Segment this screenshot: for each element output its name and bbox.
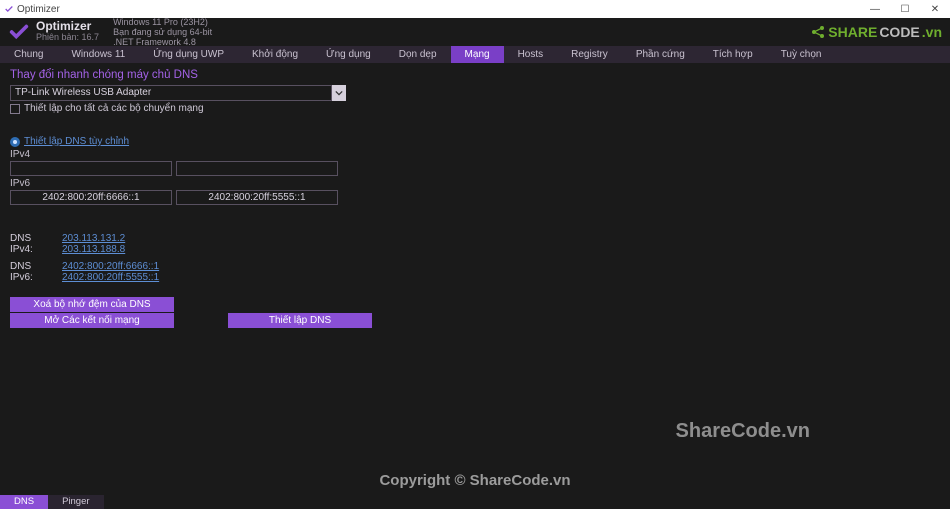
set-dns-button[interactable]: Thiết lập DNS <box>228 313 372 328</box>
tab-mạng[interactable]: Mạng <box>451 46 504 63</box>
ipv6-input-secondary[interactable] <box>176 190 338 205</box>
custom-dns-radio[interactable] <box>10 137 20 147</box>
minimize-button[interactable]: — <box>860 4 890 15</box>
current-ipv6-label: DNS IPv6: <box>10 261 56 283</box>
app-header: Optimizer Phiên bản: 16.7 Windows 11 Pro… <box>0 18 950 46</box>
brand-logo: SHARECODE.vn <box>810 24 942 40</box>
watermark-brand: ShareCode.vn <box>676 420 810 443</box>
logo-check-icon <box>8 21 30 43</box>
os-titlebar: Optimizer — ☐ ✕ <box>0 0 950 18</box>
share-icon <box>810 24 826 40</box>
ipv4-input-primary[interactable] <box>10 161 172 176</box>
window-title: Optimizer <box>17 4 60 15</box>
chevron-down-icon <box>335 89 343 97</box>
tab-registry[interactable]: Registry <box>557 46 622 63</box>
app-name: Optimizer <box>36 21 99 32</box>
flush-dns-button[interactable]: Xoá bộ nhớ đệm của DNS <box>10 297 174 312</box>
tab-windows-11[interactable]: Windows 11 <box>57 46 139 63</box>
tab-hosts[interactable]: Hosts <box>504 46 558 63</box>
ipv6-label: IPv6 <box>10 178 940 189</box>
app-window-icon <box>4 4 14 14</box>
adapter-dropdown-button[interactable] <box>332 85 346 101</box>
watermark-copyright: Copyright © ShareCode.vn <box>0 472 950 489</box>
bottom-tabs: DNSPinger <box>0 495 104 509</box>
current-dns-block: DNS IPv4: 203.113.131.2203.113.188.8 DNS… <box>10 233 940 283</box>
tab-chung[interactable]: Chung <box>0 46 57 63</box>
app-root: Optimizer Phiên bản: 16.7 Windows 11 Pro… <box>0 18 950 509</box>
ipv4-input-secondary[interactable] <box>176 161 338 176</box>
all-adapters-checkbox[interactable] <box>10 104 20 114</box>
current-ipv4-label: DNS IPv4: <box>10 233 56 255</box>
tab-tuỳ-chọn[interactable]: Tuỳ chọn <box>767 46 836 63</box>
current-ipv6-value-0[interactable]: 2402:800:20ff:6666::1 <box>62 261 159 272</box>
system-info: Windows 11 Pro (23H2) Bạn đang sử dụng 6… <box>113 17 212 47</box>
open-connections-button[interactable]: Mở Các kết nối mạng <box>10 313 174 328</box>
section-title: Thay đổi nhanh chóng máy chủ DNS <box>10 69 940 81</box>
tab-dọn-dẹp[interactable]: Dọn dẹp <box>385 46 451 63</box>
main-tabs: ChungWindows 11Ứng dụng UWPKhởi độngỨng … <box>0 46 950 63</box>
tab-ứng-dụng[interactable]: Ứng dụng <box>312 46 385 63</box>
current-ipv4-value-0[interactable]: 203.113.131.2 <box>62 233 125 244</box>
bottom-tab-pinger[interactable]: Pinger <box>48 495 103 509</box>
custom-dns-label[interactable]: Thiết lập DNS tùy chỉnh <box>24 136 129 147</box>
current-ipv6-value-1[interactable]: 2402:800:20ff:5555::1 <box>62 272 159 283</box>
sys-os: Windows 11 Pro (23H2) <box>113 17 212 27</box>
sys-arch: Bạn đang sử dụng 64-bit <box>113 27 212 37</box>
tab-khởi-động[interactable]: Khởi động <box>238 46 312 63</box>
current-ipv4-value-1[interactable]: 203.113.188.8 <box>62 244 125 255</box>
ipv6-input-primary[interactable] <box>10 190 172 205</box>
adapter-select[interactable]: TP-Link Wireless USB Adapter <box>10 85 332 101</box>
maximize-button[interactable]: ☐ <box>890 4 920 15</box>
app-version: Phiên bản: 16.7 <box>36 32 99 43</box>
close-button[interactable]: ✕ <box>920 4 950 15</box>
tab-content-network: Thay đổi nhanh chóng máy chủ DNS TP-Link… <box>0 63 950 334</box>
tab-ứng-dụng-uwp[interactable]: Ứng dụng UWP <box>139 46 238 63</box>
all-adapters-label: Thiết lập cho tất cả các bộ chuyển mạng <box>24 103 204 114</box>
tab-tích-hợp[interactable]: Tích hợp <box>699 46 767 63</box>
ipv4-label: IPv4 <box>10 149 940 160</box>
tab-phần-cứng[interactable]: Phần cứng <box>622 46 699 63</box>
bottom-tab-dns[interactable]: DNS <box>0 495 48 509</box>
